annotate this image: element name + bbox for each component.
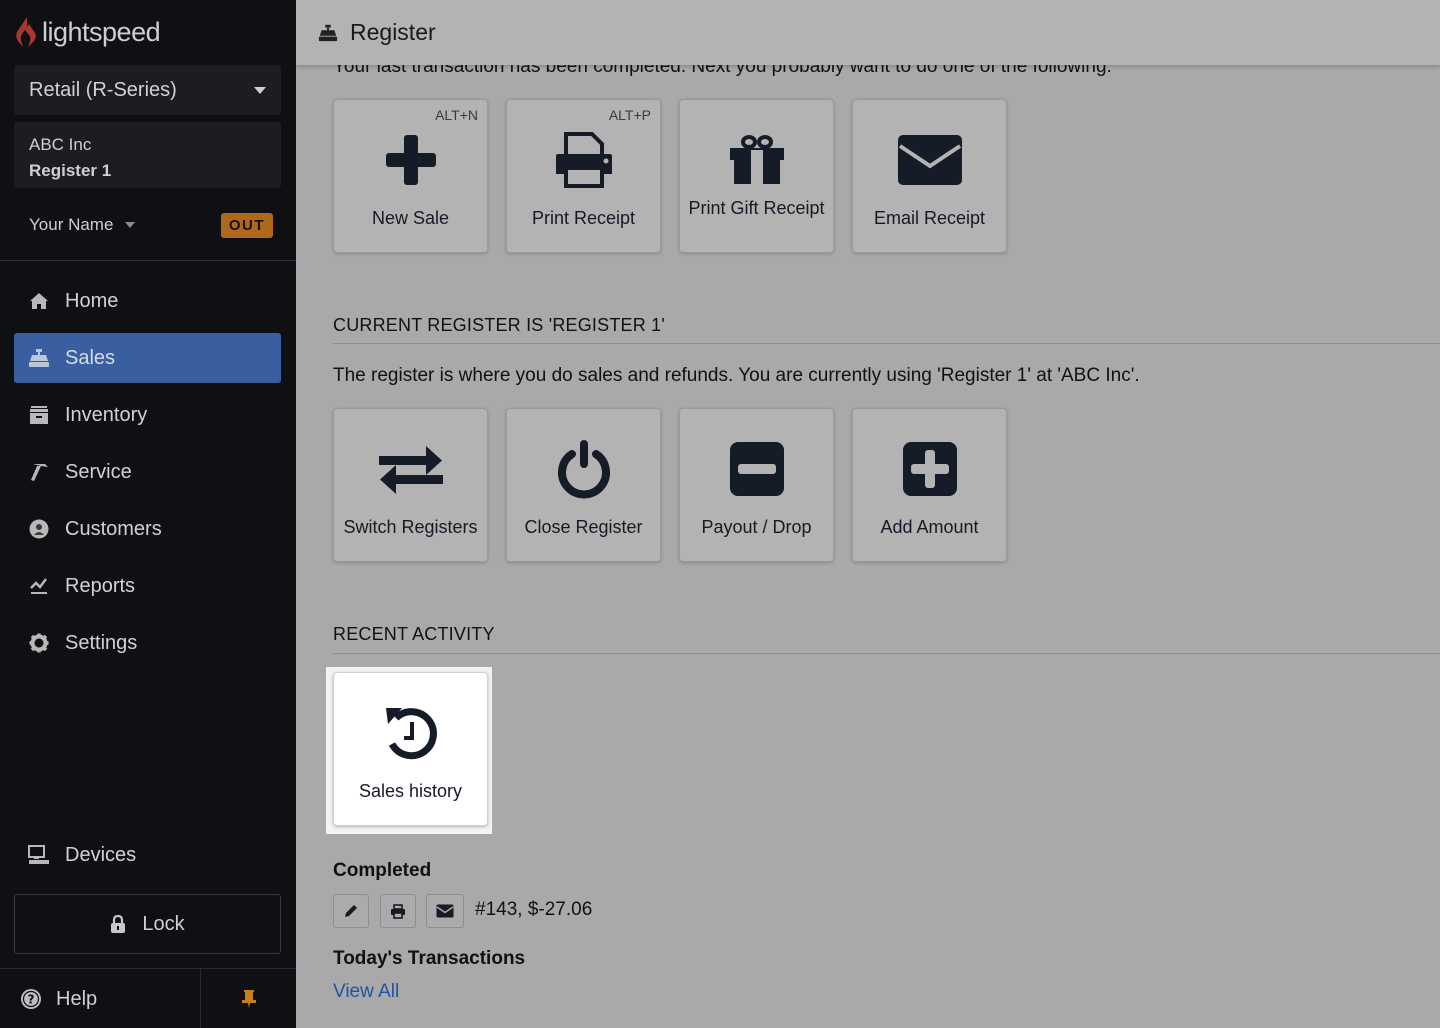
pin-icon [241,989,256,1008]
print-gift-receipt-button[interactable]: Print Gift Receipt [679,99,834,253]
tile-label: Print Gift Receipt [688,198,825,218]
product-selector[interactable]: Retail (R-Series) [14,65,281,115]
exchange-icon [334,437,487,501]
envelope-icon [436,904,454,918]
envelope-icon [853,128,1006,192]
printer-icon [507,128,660,192]
logo-text: lightspeed [42,16,161,47]
history-icon [334,701,487,765]
tile-label: Switch Registers [343,517,478,537]
sidebar-item-inventory[interactable]: Inventory [14,390,281,440]
sidebar-item-reports[interactable]: Reports [14,561,281,611]
edit-transaction-button[interactable] [333,894,369,928]
user-name[interactable]: Your Name [29,215,113,235]
flame-logo-icon [16,17,36,47]
sidebar-item-label: Sales [65,346,116,369]
sidebar-item-label: Inventory [65,403,148,426]
page-title: Register [350,19,436,45]
power-icon [507,437,660,501]
tile-label: Print Receipt [531,208,636,228]
sidebar-nav: Home Sales Inventory Service Customers R… [14,276,281,675]
lock-button[interactable]: Lock [14,894,281,954]
gear-icon [28,632,50,654]
tile-label: Email Receipt [873,208,986,228]
devices-icon [28,844,50,866]
email-receipt-button[interactable]: Email Receipt [852,99,1007,253]
add-amount-button[interactable]: Add Amount [852,408,1007,562]
help-label: Help [56,987,98,1010]
hammer-icon [28,461,50,483]
lightspeed-logo[interactable]: lightspeed [14,16,161,48]
pencil-icon [345,905,357,917]
home-icon [28,290,50,312]
sidebar-item-settings[interactable]: Settings [14,618,281,668]
printer-icon [391,903,405,919]
sidebar-item-customers[interactable]: Customers [14,504,281,554]
tile-label: Sales history [358,781,463,801]
plus-square-icon [853,437,1006,501]
close-register-button[interactable]: Close Register [506,408,661,562]
pin-sidebar-button[interactable] [201,969,296,1028]
shortcut-hint: ALT+N [435,107,478,123]
sidebar-item-label: Customers [65,517,162,540]
switch-registers-button[interactable]: Switch Registers [333,408,488,562]
sidebar-item-label: Service [65,460,132,483]
sidebar-item-label: Home [65,289,119,312]
caret-down-icon [254,86,266,94]
clock-out-badge[interactable]: OUT [220,212,273,238]
lock-icon [111,914,126,933]
new-sale-button[interactable]: ALT+N New Sale [333,99,488,253]
caret-down-icon[interactable] [125,222,136,228]
minus-square-icon [680,437,833,501]
page-header: Register [296,0,1440,65]
user-menu: Your Name OUT [29,210,273,240]
register-name: Register 1 [29,161,112,180]
print-transaction-button[interactable] [380,894,416,928]
sidebar-item-label: Reports [65,574,136,597]
recent-activity-heading: RECENT ACTIVITY [333,624,495,644]
section-divider [333,343,1440,344]
last-transaction: #143, $-27.06 [475,899,593,920]
sidebar-item-devices[interactable]: Devices [14,830,281,880]
svg-text:?: ? [28,993,35,1007]
sidebar-item-home[interactable]: Home [14,276,281,326]
inventory-icon [28,404,50,426]
lock-label: Lock [142,912,185,935]
plus-icon [334,128,487,192]
shortcut-hint: ALT+P [608,107,651,123]
sidebar-item-label: Settings [65,631,138,654]
view-all-link[interactable]: View All [333,981,399,1003]
product-selector-value: Retail (R-Series) [29,78,177,101]
sidebar-divider [0,260,296,261]
sales-history-button[interactable]: Sales history [333,672,488,826]
tile-label: Add Amount [880,517,979,537]
tile-label: New Sale [371,208,450,228]
cash-register-icon [28,347,50,369]
current-register-heading: CURRENT REGISTER IS 'REGISTER 1' [333,315,665,335]
cash-register-icon [318,24,338,41]
todays-transactions-heading: Today's Transactions [333,948,526,969]
sidebar-item-service[interactable]: Service [14,447,281,497]
sidebar-item-sales[interactable]: Sales [14,333,281,383]
register-description: The register is where you do sales and r… [333,365,1140,386]
tile-label: Payout / Drop [701,517,812,537]
shop-register-info[interactable]: ABC Inc Register 1 [14,122,281,188]
user-circle-icon [28,518,50,540]
print-receipt-button[interactable]: ALT+P Print Receipt [506,99,661,253]
tile-label: Close Register [524,517,643,537]
main-content: Your last transaction has been completed… [296,0,1440,1028]
gift-icon [680,128,833,192]
sidebar-footer: ? Help [0,968,296,1028]
help-button[interactable]: ? Help [0,969,201,1028]
shop-name: ABC Inc [29,135,92,154]
help-circle-icon: ? [21,989,41,1009]
email-transaction-button[interactable] [426,894,464,928]
sidebar-item-label: Devices [65,843,137,866]
sidebar: lightspeed Retail (R-Series) ABC Inc Reg… [0,0,296,1028]
completed-heading: Completed [333,860,432,881]
chart-line-icon [28,575,50,597]
payout-drop-button[interactable]: Payout / Drop [679,408,834,562]
section-divider [333,653,1440,654]
